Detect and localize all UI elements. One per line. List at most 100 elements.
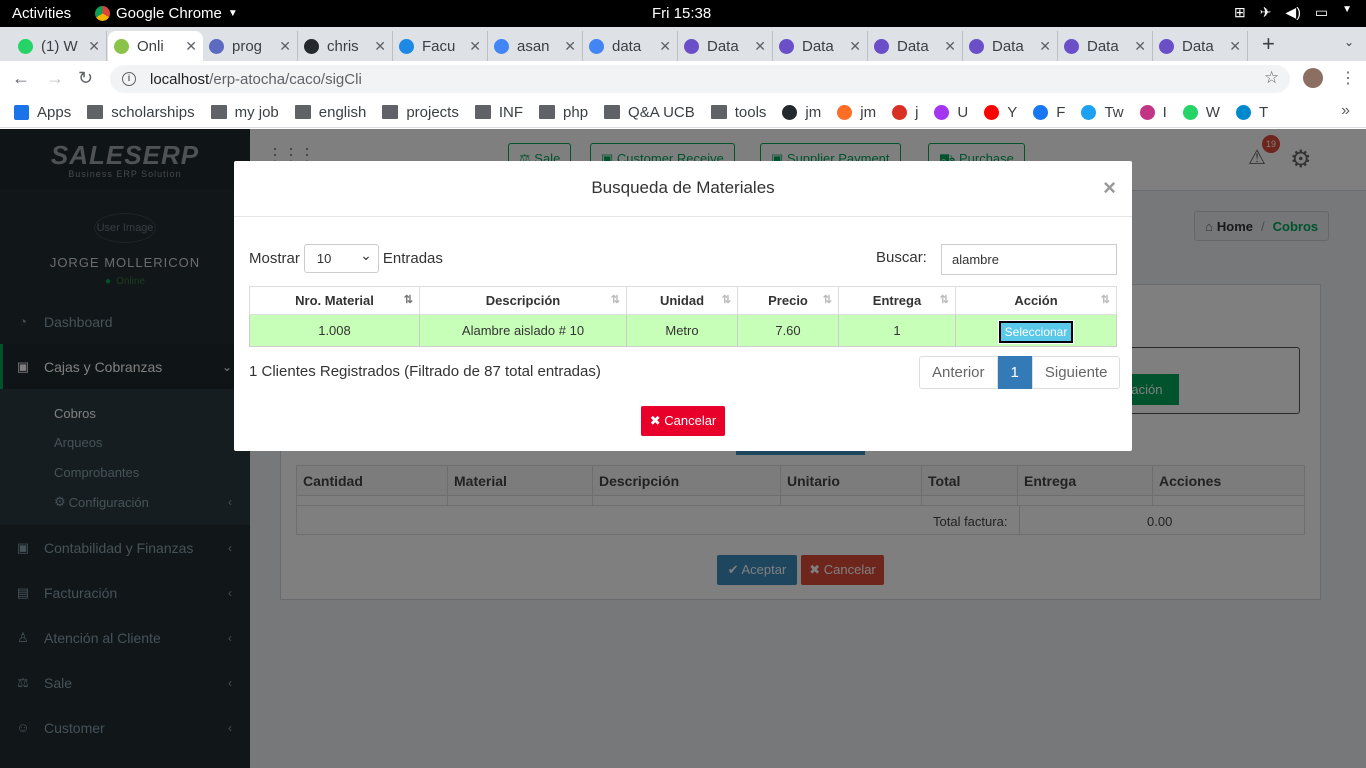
bookmark-12[interactable]: j [892,104,918,121]
chrome-menu-icon[interactable]: ⋮ [1340,68,1356,88]
tab-8[interactable]: Data ✕ [678,31,773,61]
reload-icon[interactable]: ↻ [78,68,93,89]
bookmark-label: Tw [1104,103,1124,121]
bookmark-star-icon[interactable]: ☆ [1264,68,1279,88]
pagination: Anterior 1 Siguiente [919,356,1121,389]
page-1-button[interactable]: 1 [997,356,1032,389]
bookmark-1[interactable]: Apps [14,104,71,121]
folder-icon [539,105,556,119]
tab-search-icon[interactable]: ⌄ [1344,35,1354,49]
tab-11[interactable]: Data ✕ [963,31,1058,61]
close-tab-icon[interactable]: ✕ [754,38,766,55]
tab-13[interactable]: Data ✕ [1153,31,1248,61]
close-tab-icon[interactable]: ✕ [279,38,291,55]
previous-page-button[interactable]: Anterior [919,356,998,389]
bookmark-14[interactable]: Y [984,104,1017,121]
apps-icon [14,104,29,120]
close-tab-icon[interactable]: ✕ [469,38,481,55]
favicon-icon [1159,38,1174,54]
bookmark-2[interactable]: scholarships [87,104,195,121]
tab-title: (1) W [41,37,78,55]
close-tab-icon[interactable]: ✕ [944,38,956,55]
activities-button[interactable]: Activities [12,5,71,22]
bookmark-17[interactable]: I [1139,104,1167,121]
close-tab-icon[interactable]: ✕ [185,38,197,55]
forward-icon[interactable]: → [46,68,64,89]
col-descripcion[interactable]: Descripción ⇅ [419,286,627,315]
tab-title: Data [897,37,929,55]
address-bar[interactable]: i localhost/erp-atocha/caco/sigCli [110,65,1290,93]
bookmark-5[interactable]: projects [382,104,459,121]
tab-12[interactable]: Data ✕ [1058,31,1153,61]
bookmark-8[interactable]: Q&A UCB [604,104,695,121]
col-precio[interactable]: Precio ⇅ [737,286,839,315]
favicon-icon [494,38,509,54]
bookmark-7[interactable]: php [539,104,588,121]
folder-icon [210,105,227,119]
system-tray[interactable]: ⊞ ✈ ◀) ▭ ▼ [1234,4,1352,21]
close-tab-icon[interactable]: ✕ [88,38,100,55]
col-accion[interactable]: Acción ⇅ [955,286,1117,315]
bookmark-3[interactable]: my job [210,104,279,121]
bookmark-10[interactable]: jm [782,104,821,121]
close-tab-icon[interactable]: ✕ [659,38,671,55]
bookmark-label: W [1205,103,1220,121]
next-page-button[interactable]: Siguiente [1031,356,1121,389]
battery-icon: ▭ [1314,4,1329,20]
cell-precio: 7.60 [737,314,839,347]
tab-9[interactable]: Data ✕ [773,31,868,61]
search-input[interactable] [941,244,1117,275]
bookmark-15[interactable]: F [1033,104,1065,121]
app-menu[interactable]: Google Chrome ▼ [95,5,238,22]
new-tab-icon[interactable]: + [1262,31,1275,57]
bookmark-11[interactable]: jm [837,104,876,121]
bookmark-6[interactable]: INF [474,104,523,121]
info-icon[interactable]: i [122,72,136,86]
close-icon[interactable]: × [1103,175,1116,201]
bookmark-13[interactable]: U [934,104,968,121]
favicon-icon [18,38,33,54]
cell-descripcion: Alambre aislado # 10 [419,314,627,347]
tab-10[interactable]: Data ✕ [868,31,963,61]
close-tab-icon[interactable]: ✕ [564,38,576,55]
table-row[interactable]: 1.008 Alambre aislado # 10 Metro 7.60 1 … [249,314,1117,347]
tab-6[interactable]: asan ✕ [488,31,583,61]
close-tab-icon[interactable]: ✕ [1039,38,1051,55]
bookmark-19[interactable]: T [1235,104,1268,121]
col-header-label: Acción [1014,293,1058,308]
tab-4[interactable]: chris ✕ [298,31,393,61]
tab-1[interactable]: (1) W ✕ [12,31,107,61]
profile-avatar[interactable] [1303,68,1323,88]
bookmark-4[interactable]: english [294,104,366,121]
tab-2[interactable]: Onli ✕ [108,31,203,61]
col-entrega[interactable]: Entrega ⇅ [838,286,956,315]
bookmark-9[interactable]: tools [710,103,767,121]
tab-5[interactable]: Facu ✕ [393,31,488,61]
close-tab-icon[interactable]: ✕ [374,38,386,55]
bookmark-label: Apps [37,103,72,121]
bookmark-18[interactable]: W [1182,103,1220,121]
folder-icon [87,105,104,119]
sort-asc-icon: ⇅ [403,294,413,306]
tab-title: asan [517,37,550,55]
select-button[interactable]: Seleccionar [997,319,1075,344]
bookmark-label: tools [734,103,767,121]
favicon-icon [399,38,414,54]
tab-3[interactable]: prog ✕ [203,31,298,61]
close-tab-icon[interactable]: ✕ [1134,38,1146,55]
bookmark-16[interactable]: Tw [1081,103,1124,121]
tab-7[interactable]: data ✕ [583,31,678,61]
col-nro-material[interactable]: Nro. Material ⇅ [249,286,420,315]
col-unidad[interactable]: Unidad ⇅ [626,286,738,315]
tab-strip: (1) W ✕ Onli ✕ prog ✕ chris ✕ Facu ✕ asan ✕ data ✕ Dat… [0,27,1366,61]
clock[interactable]: Fri 15:38 [652,5,711,22]
cell-accion: Seleccionar [955,314,1117,347]
close-tab-icon[interactable]: ✕ [1229,38,1241,55]
back-icon[interactable]: ← [12,68,30,89]
bookmarks-bar: Apps scholarships my job english projects INF… [0,97,1366,128]
page-length-select[interactable]: 10 [303,242,379,273]
modal-cancel-button[interactable]: ✖ Cancelar [641,406,725,436]
close-tab-icon[interactable]: ✕ [849,38,861,55]
favicon-icon [589,38,604,54]
more-bookmarks-icon[interactable]: » [1341,102,1350,120]
